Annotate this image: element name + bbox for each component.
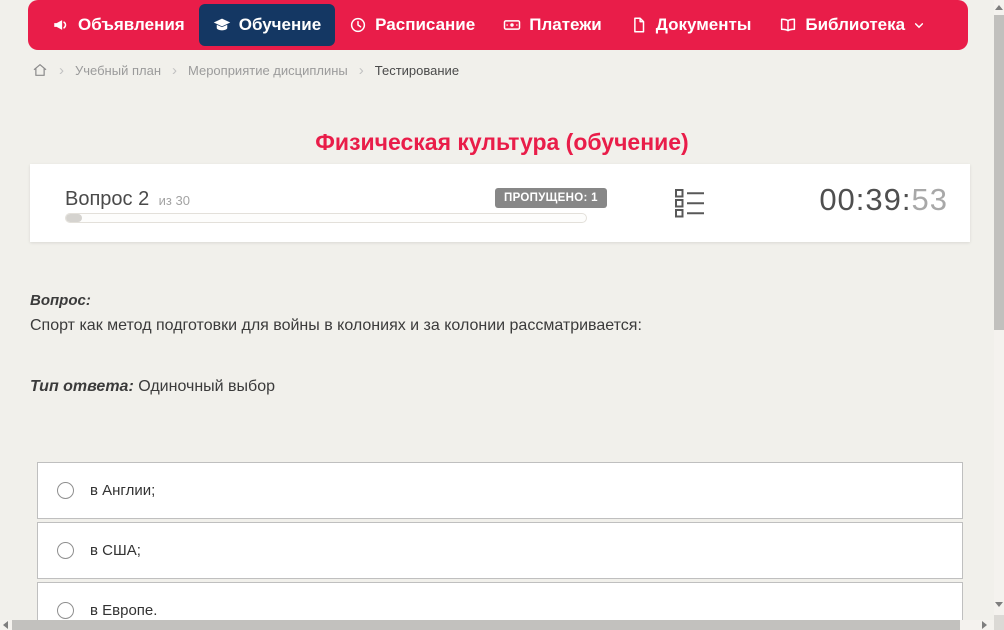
nav-item-label: Документы [655,15,752,34]
answer-option-label: в США; [90,542,141,559]
answer-option-label: в Англии; [90,482,156,499]
vertical-scrollbar[interactable] [994,0,1004,620]
nav-item-library[interactable]: Библиотека [765,4,939,46]
vertical-scrollbar-thumb[interactable] [994,15,1004,330]
checklist-icon [675,189,704,218]
breadcrumb-separator: › [59,61,64,79]
question-text: Спорт как метод подготовки для войны в к… [30,317,642,334]
home-icon[interactable] [32,62,48,78]
timer: 00:39:53 [819,182,948,218]
scroll-right-arrow[interactable] [982,621,987,629]
timer-main: 00:39: [819,182,912,217]
breadcrumb-separator: › [172,61,177,79]
progress-fill [66,214,82,222]
question-progress-title: Вопрос 2 из 30 [65,188,190,211]
answer-option-1[interactable]: в Англии; [37,462,963,519]
horizontal-scrollbar[interactable] [0,620,994,630]
answer-option-2[interactable]: в США; [37,522,963,579]
question-list-icon[interactable] [674,188,706,220]
nav-item-schedule[interactable]: Расписание [335,4,489,46]
question-number: Вопрос 2 [65,188,150,210]
nav-item-label: Платежи [529,15,602,34]
breadcrumb-item-discipline-event[interactable]: Мероприятие дисциплины [188,63,348,78]
chevron-down-icon [914,22,924,28]
question-header-card: Вопрос 2 из 30 ПРОПУЩЕНО: 1 00:39:53 [30,164,970,242]
skipped-badge: ПРОПУЩЕНО: 1 [495,188,607,208]
scroll-left-arrow[interactable] [3,621,8,629]
timer-seconds: 53 [911,182,948,217]
answer-type-label: Тип ответа: [30,378,134,395]
answer-type-line: Тип ответа: Одиночный выбор [30,378,275,396]
page-title: Физическая культура (обучение) [315,129,689,156]
megaphone-icon [54,20,67,30]
breadcrumb-separator: › [358,61,364,79]
nav-item-label: Библиотека [805,15,906,34]
nav-item-announcements[interactable]: Объявления [38,4,199,46]
document-icon [633,17,645,33]
progress-bar [65,213,587,223]
scroll-up-arrow[interactable] [995,5,1003,10]
breadcrumb-item-testing: Тестирование [374,62,460,78]
radio-button[interactable] [57,482,74,499]
breadcrumb-item-study-plan[interactable]: Учебный план [75,63,161,78]
nav-item-label: Обучение [238,15,322,34]
graduation-cap-icon [213,18,230,31]
answer-option-label: в Европе. [90,602,158,619]
nav-item-payments[interactable]: Платежи [489,4,616,46]
breadcrumb: › Учебный план › Мероприятие дисциплины … [32,62,459,78]
book-icon [781,18,796,32]
nav-item-documents[interactable]: Документы [616,4,766,46]
answer-type-value: Одиночный выбор [138,378,275,395]
scroll-down-arrow[interactable] [995,602,1003,607]
banknote-icon [503,20,521,30]
nav-item-label: Расписание [375,15,476,34]
clock-icon [351,17,366,33]
nav-item-learning[interactable]: Обучение [198,4,336,46]
quiz-page: Объявления Обучение Расписание Платежи Д… [0,0,1004,630]
horizontal-scrollbar-thumb[interactable] [12,620,960,630]
radio-button[interactable] [57,602,74,619]
nav-item-label: Объявления [78,15,185,34]
top-navbar: Объявления Обучение Расписание Платежи Д… [28,0,968,50]
question-total: из 30 [158,193,190,208]
scrollbar-corner [994,615,1004,630]
radio-button[interactable] [57,542,74,559]
question-heading: Вопрос: [30,292,91,309]
